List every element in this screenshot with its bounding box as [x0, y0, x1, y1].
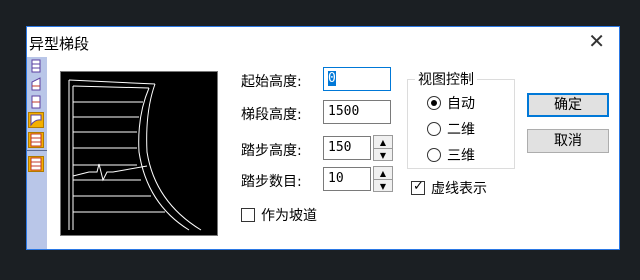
step-height-label: 踏步高度: — [241, 143, 302, 159]
cancel-button[interactable]: 取消 — [527, 129, 609, 153]
as-ramp-label: 作为坡道 — [261, 208, 317, 224]
stair-preview-drawing — [68, 79, 202, 231]
view-2d-label: 二维 — [447, 122, 475, 138]
step-height-up-icon[interactable]: ▲ — [374, 136, 392, 149]
view-3d-radio[interactable] — [427, 148, 441, 162]
run-height-input[interactable]: 1500 — [323, 100, 391, 124]
stair-special2-icon[interactable] — [28, 156, 44, 172]
stair-special-icon[interactable] — [28, 132, 44, 148]
special-stair-dialog: 异型梯段 ✕ 起始高度: 0 梯段高度: 1500 踏步高度: 150 ▲ ▼ … — [26, 26, 620, 250]
view-auto-label: 自动 — [447, 96, 475, 112]
view-auto-radio[interactable] — [427, 96, 441, 110]
step-height-input[interactable]: 150 — [323, 136, 371, 160]
window-title: 异型梯段 — [29, 35, 90, 53]
stair-type-toolbar — [27, 57, 47, 249]
step-count-up-icon[interactable]: ▲ — [374, 167, 392, 180]
dashed-display-checkbox[interactable] — [411, 179, 425, 195]
toolbar-divider — [27, 150, 47, 151]
dashed-display-label: 虚线表示 — [431, 181, 487, 197]
start-height-label: 起始高度: — [241, 74, 302, 90]
view-control-title: 视图控制 — [415, 69, 477, 89]
run-height-label: 梯段高度: — [241, 107, 302, 123]
step-count-input[interactable]: 10 — [323, 167, 371, 191]
step-height-spinner[interactable]: ▲ ▼ — [373, 135, 393, 161]
as-ramp-checkbox[interactable] — [241, 208, 255, 222]
view-3d-label: 三维 — [447, 148, 475, 164]
ok-button[interactable]: 确定 — [527, 93, 609, 117]
stair-preview — [60, 71, 218, 236]
title-bar: 异型梯段 ✕ — [27, 27, 619, 57]
close-icon[interactable]: ✕ — [588, 30, 605, 52]
view-2d-radio[interactable] — [427, 122, 441, 136]
step-count-down-icon[interactable]: ▼ — [374, 180, 392, 192]
stair-corner-icon[interactable] — [29, 77, 43, 91]
step-height-down-icon[interactable]: ▼ — [374, 149, 392, 161]
step-count-label: 踏步数目: — [241, 174, 302, 190]
stair-straight-icon[interactable] — [29, 59, 43, 73]
stair-double-icon[interactable] — [29, 95, 43, 109]
start-height-value: 0 — [328, 71, 336, 86]
step-count-spinner[interactable]: ▲ ▼ — [373, 166, 393, 192]
stair-arc-icon[interactable] — [28, 112, 44, 128]
start-height-input[interactable]: 0 — [323, 67, 391, 91]
